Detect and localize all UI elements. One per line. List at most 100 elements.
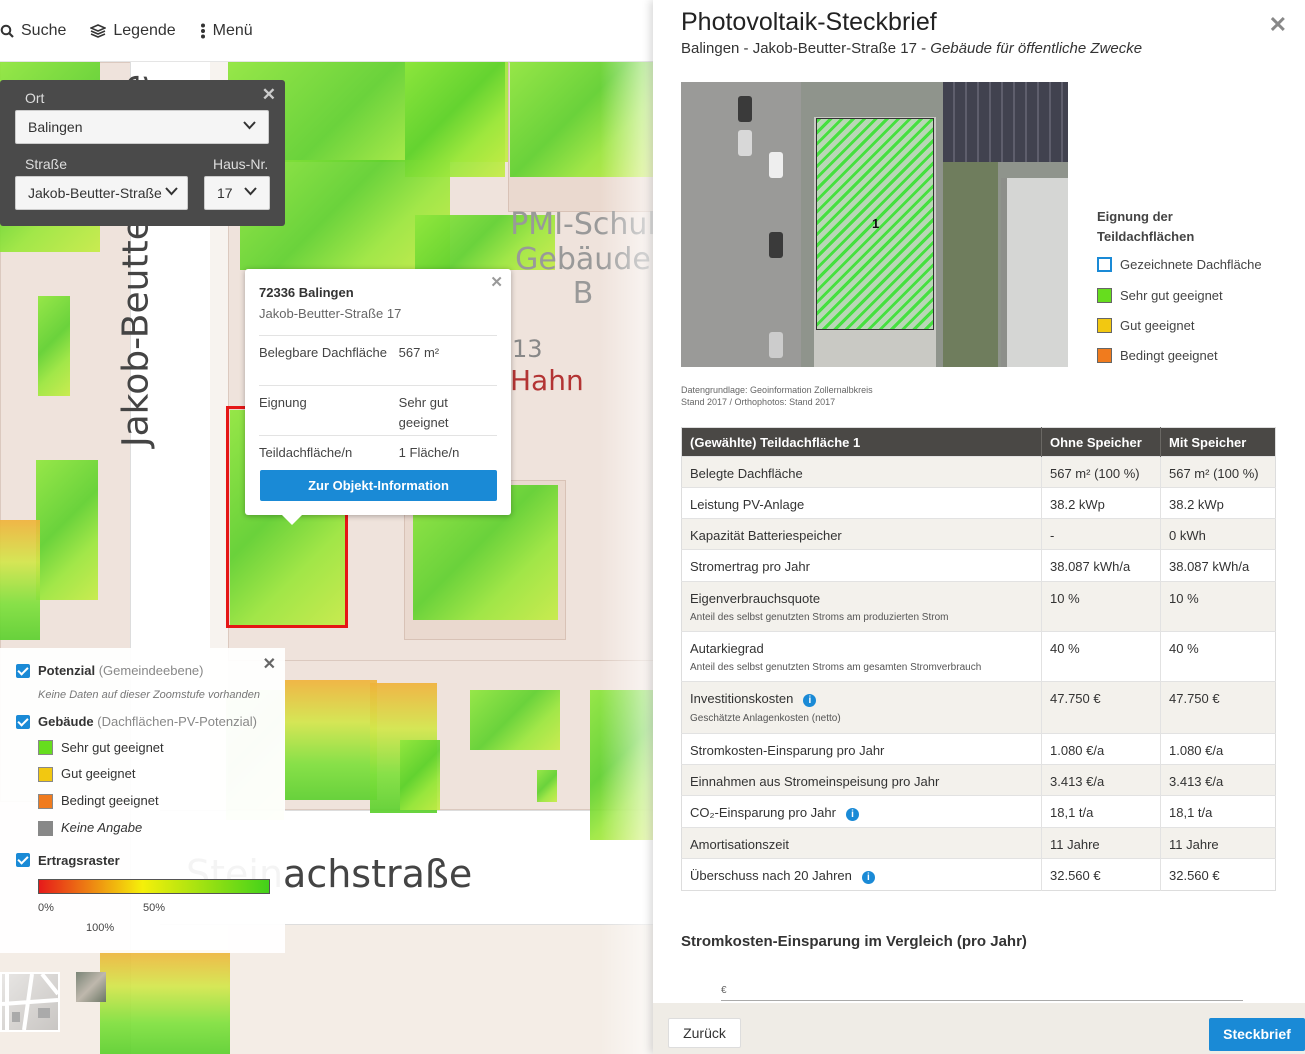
credit-line: Stand 2017 / Orthophotos: Stand 2017 [681,397,836,407]
table-row: Eigenverbrauchsquote Anteil des selbst ge… [681,581,1276,632]
layers-icon [90,23,107,38]
row-label-cell: Stromertrag pro Jahr [681,549,1042,582]
map-edge-fade [600,0,655,1054]
value-mit-speicher: 567 m² (100 %) [1160,456,1276,488]
suitability-legend-title: Eignung der Teildachflächen [1097,207,1194,247]
object-info-button[interactable]: Zur Objekt-Information [260,470,497,501]
legend-button[interactable]: Legende [90,22,176,40]
ertragsraster-checkbox[interactable] [16,853,30,867]
info-icon[interactable]: i [845,808,859,821]
table-header-row: (Gewählte) Teildachfläche 1 Ohne Speiche… [681,427,1276,457]
panel-subtitle: Balingen - Jakob-Beutter-Straße 17 - Geb… [681,40,1142,57]
building-popup: ✕ 72336 Balingen Jakob-Beutter-Straße 17… [245,269,511,525]
chevron-down-icon [165,187,178,196]
close-icon[interactable]: ✕ [1269,12,1287,38]
value-mit-speicher: 1.080 €/a [1160,733,1276,765]
value-ohne-speicher: 38.087 kWh/a [1041,549,1161,582]
popup-value: Sehr gut geeignet [398,395,449,430]
legend-item: Sehr gut geeignet [1097,288,1223,303]
row-label-cell: Autarkiegrad Anteil des selbst genutzten … [681,631,1042,682]
table-row: Kapazität Batteriespeicher -0 kWh [681,518,1276,550]
roof-area-label: 1 [872,216,880,231]
row-label-cell: Stromkosten-Einsparung pro Jahr [681,733,1042,765]
ortho-road [681,82,801,367]
ortho-building [1001,178,1068,367]
map-view[interactable]: Jakob-Beutter-Straße Steinachstraße PMI-… [0,0,655,1054]
value-mit-speicher: 40 % [1160,631,1276,682]
gebaeude-layer-label: Gebäude (Dachflächen-PV-Potenzial) [38,714,257,729]
location-selector: ✕ Ort Balingen Straße Haus-Nr. Jakob-Beu… [0,80,285,226]
ortho-solar-panels [943,82,1068,162]
hausnr-value: 17 [217,185,233,201]
popup-value: 1 Fläche/n [398,445,460,460]
legend-item: Gut geeignet [1097,318,1194,333]
value-mit-speicher: 0 kWh [1160,518,1276,550]
ortho-car [738,130,752,156]
search-label: Suche [21,21,67,39]
value-ohne-speicher: 567 m² (100 %) [1041,456,1161,488]
row-label-cell: Leistung PV-Anlage [681,487,1042,519]
legend-swatch-orange [1097,348,1112,363]
close-icon[interactable]: ✕ [490,273,503,291]
pv-roof-overlay [285,680,377,800]
value-ohne-speicher: 3.413 €/a [1041,764,1161,796]
row-label-cell: Einnahmen aus Stromeinspeisung pro Jahr [681,764,1042,796]
basemap-toggle-map[interactable] [0,972,60,1032]
popup-title: 72336 Balingen [259,285,354,300]
legend-item-label: Bedingt geeignet [61,793,159,808]
chevron-down-icon [243,121,256,130]
row-label: CO₂-Einsparung pro Jahr [690,805,836,820]
table-header: Ohne Speicher [1041,427,1161,457]
ort-select[interactable]: Balingen [15,110,269,144]
strasse-value: Jakob-Beutter-Straße [28,185,162,201]
potenzial-label: Potenzial [38,663,96,678]
info-icon[interactable]: i [803,694,817,707]
row-label-cell: Belegte Dachfläche [681,456,1042,488]
legend-swatch-gray [38,821,53,836]
ortho-car [769,152,783,178]
potenzial-sub: (Gemeindeebene) [98,663,204,678]
pv-roof-overlay [38,296,70,396]
gebaeude-checkbox[interactable] [16,715,30,729]
close-icon[interactable]: ✕ [263,654,276,674]
info-icon[interactable]: i [861,871,875,884]
search-button[interactable]: Suche [0,22,66,40]
pv-profile-panel: Photovoltaik-Steckbrief Balingen - Jakob… [653,0,1305,1054]
table-header: Mit Speicher [1160,427,1276,457]
pv-roof-overlay [400,740,440,810]
pv-roof-overlay [0,520,40,640]
legend-swatch-outline [1097,257,1112,272]
steckbrief-button[interactable]: Steckbrief [1209,1018,1305,1051]
kebab-menu-icon [200,23,206,39]
credit-line: Datengrundlage: Geoinformation Zollernal… [681,385,873,395]
table-row: Autarkiegrad Anteil des selbst genutzten … [681,631,1276,682]
table-body: Belegte Dachfläche 567 m² (100 %) 567 m² (… [681,456,1276,891]
potenzial-note: Keine Daten auf dieser Zoomstufe vorhand… [38,689,260,701]
value-ohne-speicher: 11 Jahre [1041,827,1161,859]
house-number-label: 13 [512,335,543,363]
strasse-select[interactable]: Jakob-Beutter-Straße [15,176,188,210]
row-label: Einnahmen aus Stromeinspeisung pro Jahr [690,774,940,789]
basemap-toggle-ortho[interactable] [76,972,106,1002]
potenzial-checkbox[interactable] [16,664,30,678]
row-label-cell: Investitionskosten i Geschätzte Anlagenkos… [681,681,1042,734]
hausnr-select[interactable]: 17 [204,176,270,210]
ortho-green-area [943,162,998,367]
popup-row: Teildachfläche/n 1 Fläche/n [259,435,497,465]
value-mit-speicher: 10 % [1160,581,1276,632]
legend-swatch-yellow [1097,318,1112,333]
row-label: Investitionskosten [690,691,794,706]
close-icon[interactable]: ✕ [262,85,276,105]
value-mit-speicher: 11 Jahre [1160,827,1276,859]
map-legend-panel: ✕ Potenzial (Gemeindeebene) Keine Daten … [0,648,285,953]
pv-results-table: (Gewählte) Teildachfläche 1 Ohne Speiche… [681,427,1276,891]
search-icon [0,24,14,38]
data-credit: Datengrundlage: Geoinformation Zollernal… [681,384,873,408]
back-button[interactable]: Zurück [668,1018,741,1048]
popup-key: Teildachfläche/n [259,445,353,460]
menu-button[interactable]: Menü [200,22,253,40]
popup-value: 567 m² [398,345,440,360]
menu-label: Menü [212,21,253,39]
ertragsraster-text: Ertragsraster [38,853,120,868]
potenzial-layer-label: Potenzial (Gemeindeebene) [38,663,204,678]
